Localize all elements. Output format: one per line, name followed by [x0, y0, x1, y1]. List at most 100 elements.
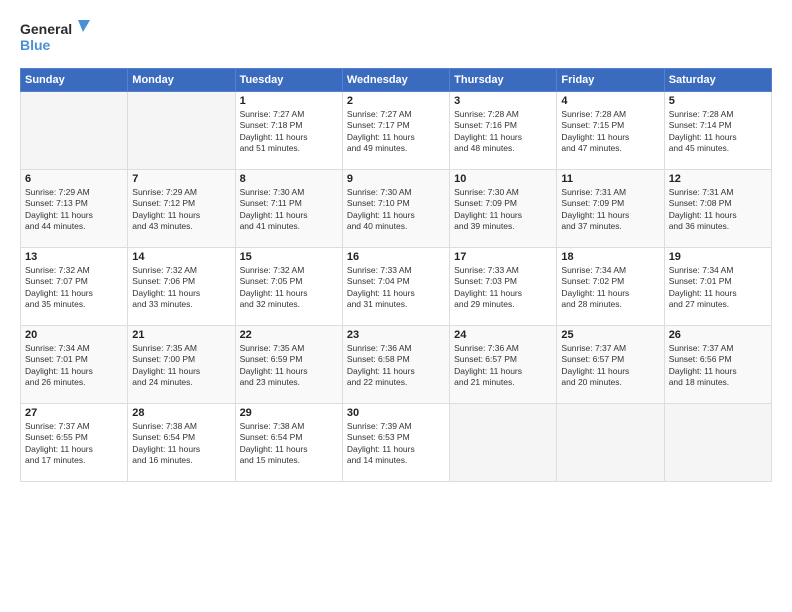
calendar-cell: 19 Sunrise: 7:34 AM Sunset: 7:01 PM Dayli… [664, 248, 771, 326]
day-number: 12 [669, 173, 767, 185]
day-content: Sunrise: 7:37 AM Sunset: 6:55 PM Dayligh… [25, 421, 123, 467]
logo-svg: GeneralBlue [20, 18, 100, 58]
calendar-cell: 15 Sunrise: 7:32 AM Sunset: 7:05 PM Dayli… [235, 248, 342, 326]
day-number: 28 [132, 407, 230, 419]
day-content: Sunrise: 7:34 AM Sunset: 7:01 PM Dayligh… [669, 265, 767, 311]
calendar-cell: 8 Sunrise: 7:30 AM Sunset: 7:11 PM Daylig… [235, 170, 342, 248]
calendar-cell: 1Sunrise: 7:27 AM Sunset: 7:18 PM Daylig… [235, 92, 342, 170]
day-content: Sunrise: 7:30 AM Sunset: 7:11 PM Dayligh… [240, 187, 338, 233]
logo: GeneralBlue [20, 18, 100, 58]
calendar-cell [128, 92, 235, 170]
calendar-cell: 22 Sunrise: 7:35 AM Sunset: 6:59 PM Dayli… [235, 326, 342, 404]
weekday-header: Saturday [664, 69, 771, 92]
calendar-cell: 9 Sunrise: 7:30 AM Sunset: 7:10 PM Daylig… [342, 170, 449, 248]
day-content: Sunrise: 7:33 AM Sunset: 7:04 PM Dayligh… [347, 265, 445, 311]
day-content: Sunrise: 7:34 AM Sunset: 7:02 PM Dayligh… [561, 265, 659, 311]
day-content: Sunrise: 7:29 AM Sunset: 7:12 PM Dayligh… [132, 187, 230, 233]
calendar-cell: 3 Sunrise: 7:28 AM Sunset: 7:16 PM Daylig… [450, 92, 557, 170]
calendar-cell: 10Sunrise: 7:30 AM Sunset: 7:09 PM Dayli… [450, 170, 557, 248]
day-content: Sunrise: 7:33 AM Sunset: 7:03 PM Dayligh… [454, 265, 552, 311]
day-number: 27 [25, 407, 123, 419]
day-number: 5 [669, 95, 767, 107]
day-number: 2 [347, 95, 445, 107]
calendar-cell: 25 Sunrise: 7:37 AM Sunset: 6:57 PM Dayli… [557, 326, 664, 404]
calendar-cell: 29 Sunrise: 7:38 AM Sunset: 6:54 PM Dayli… [235, 404, 342, 482]
calendar-cell: 14Sunrise: 7:32 AM Sunset: 7:06 PM Dayli… [128, 248, 235, 326]
calendar-cell: 28 Sunrise: 7:38 AM Sunset: 6:54 PM Dayli… [128, 404, 235, 482]
day-content: Sunrise: 7:37 AM Sunset: 6:56 PM Dayligh… [669, 343, 767, 389]
day-content: Sunrise: 7:31 AM Sunset: 7:09 PM Dayligh… [561, 187, 659, 233]
calendar-week-row: 1Sunrise: 7:27 AM Sunset: 7:18 PM Daylig… [21, 92, 772, 170]
weekday-header: Wednesday [342, 69, 449, 92]
calendar-cell: 2 Sunrise: 7:27 AM Sunset: 7:17 PM Daylig… [342, 92, 449, 170]
day-number: 10 [454, 173, 552, 185]
calendar-cell: 16Sunrise: 7:33 AM Sunset: 7:04 PM Dayli… [342, 248, 449, 326]
day-content: Sunrise: 7:35 AM Sunset: 6:59 PM Dayligh… [240, 343, 338, 389]
calendar-cell [557, 404, 664, 482]
calendar-cell [21, 92, 128, 170]
day-content: Sunrise: 7:38 AM Sunset: 6:54 PM Dayligh… [132, 421, 230, 467]
calendar-cell: 13 Sunrise: 7:32 AM Sunset: 7:07 PM Dayli… [21, 248, 128, 326]
day-content: Sunrise: 7:37 AM Sunset: 6:57 PM Dayligh… [561, 343, 659, 389]
weekday-header: Sunday [21, 69, 128, 92]
calendar-cell [450, 404, 557, 482]
day-number: 4 [561, 95, 659, 107]
calendar-cell: 27 Sunrise: 7:37 AM Sunset: 6:55 PM Dayli… [21, 404, 128, 482]
calendar-table: SundayMondayTuesdayWednesdayThursdayFrid… [20, 68, 772, 482]
weekday-header: Friday [557, 69, 664, 92]
day-content: Sunrise: 7:29 AM Sunset: 7:13 PM Dayligh… [25, 187, 123, 233]
calendar-week-row: 6 Sunrise: 7:29 AM Sunset: 7:13 PM Daylig… [21, 170, 772, 248]
day-number: 19 [669, 251, 767, 263]
day-number: 22 [240, 329, 338, 341]
day-number: 1 [240, 95, 338, 107]
day-number: 13 [25, 251, 123, 263]
calendar-cell: 7 Sunrise: 7:29 AM Sunset: 7:12 PM Daylig… [128, 170, 235, 248]
weekday-header: Tuesday [235, 69, 342, 92]
day-number: 3 [454, 95, 552, 107]
page-header: GeneralBlue [20, 18, 772, 58]
calendar-header-row: SundayMondayTuesdayWednesdayThursdayFrid… [21, 69, 772, 92]
day-number: 25 [561, 329, 659, 341]
day-content: Sunrise: 7:36 AM Sunset: 6:57 PM Dayligh… [454, 343, 552, 389]
calendar-cell: 4 Sunrise: 7:28 AM Sunset: 7:15 PM Daylig… [557, 92, 664, 170]
day-content: Sunrise: 7:31 AM Sunset: 7:08 PM Dayligh… [669, 187, 767, 233]
calendar-cell: 5 Sunrise: 7:28 AM Sunset: 7:14 PM Daylig… [664, 92, 771, 170]
day-content: Sunrise: 7:27 AM Sunset: 7:17 PM Dayligh… [347, 109, 445, 155]
day-content: Sunrise: 7:28 AM Sunset: 7:14 PM Dayligh… [669, 109, 767, 155]
svg-text:Blue: Blue [20, 37, 51, 53]
day-content: Sunrise: 7:36 AM Sunset: 6:58 PM Dayligh… [347, 343, 445, 389]
day-content: Sunrise: 7:35 AM Sunset: 7:00 PM Dayligh… [132, 343, 230, 389]
calendar-cell: 26Sunrise: 7:37 AM Sunset: 6:56 PM Dayli… [664, 326, 771, 404]
day-number: 9 [347, 173, 445, 185]
day-number: 21 [132, 329, 230, 341]
day-content: Sunrise: 7:28 AM Sunset: 7:15 PM Dayligh… [561, 109, 659, 155]
day-content: Sunrise: 7:38 AM Sunset: 6:54 PM Dayligh… [240, 421, 338, 467]
day-number: 24 [454, 329, 552, 341]
day-number: 8 [240, 173, 338, 185]
day-content: Sunrise: 7:28 AM Sunset: 7:16 PM Dayligh… [454, 109, 552, 155]
calendar-cell [664, 404, 771, 482]
day-number: 30 [347, 407, 445, 419]
day-content: Sunrise: 7:32 AM Sunset: 7:07 PM Dayligh… [25, 265, 123, 311]
day-content: Sunrise: 7:32 AM Sunset: 7:05 PM Dayligh… [240, 265, 338, 311]
day-number: 14 [132, 251, 230, 263]
calendar-cell: 21 Sunrise: 7:35 AM Sunset: 7:00 PM Dayli… [128, 326, 235, 404]
day-number: 6 [25, 173, 123, 185]
calendar-cell: 6 Sunrise: 7:29 AM Sunset: 7:13 PM Daylig… [21, 170, 128, 248]
day-content: Sunrise: 7:39 AM Sunset: 6:53 PM Dayligh… [347, 421, 445, 467]
calendar-cell: 30 Sunrise: 7:39 AM Sunset: 6:53 PM Dayli… [342, 404, 449, 482]
weekday-header: Monday [128, 69, 235, 92]
calendar-cell: 11Sunrise: 7:31 AM Sunset: 7:09 PM Dayli… [557, 170, 664, 248]
day-number: 18 [561, 251, 659, 263]
calendar-week-row: 20Sunrise: 7:34 AM Sunset: 7:01 PM Dayli… [21, 326, 772, 404]
calendar-cell: 23Sunrise: 7:36 AM Sunset: 6:58 PM Dayli… [342, 326, 449, 404]
weekday-header: Thursday [450, 69, 557, 92]
day-content: Sunrise: 7:30 AM Sunset: 7:10 PM Dayligh… [347, 187, 445, 233]
day-number: 17 [454, 251, 552, 263]
day-number: 15 [240, 251, 338, 263]
day-content: Sunrise: 7:34 AM Sunset: 7:01 PM Dayligh… [25, 343, 123, 389]
day-number: 7 [132, 173, 230, 185]
day-number: 29 [240, 407, 338, 419]
calendar-cell: 18 Sunrise: 7:34 AM Sunset: 7:02 PM Dayli… [557, 248, 664, 326]
svg-text:General: General [20, 21, 72, 37]
